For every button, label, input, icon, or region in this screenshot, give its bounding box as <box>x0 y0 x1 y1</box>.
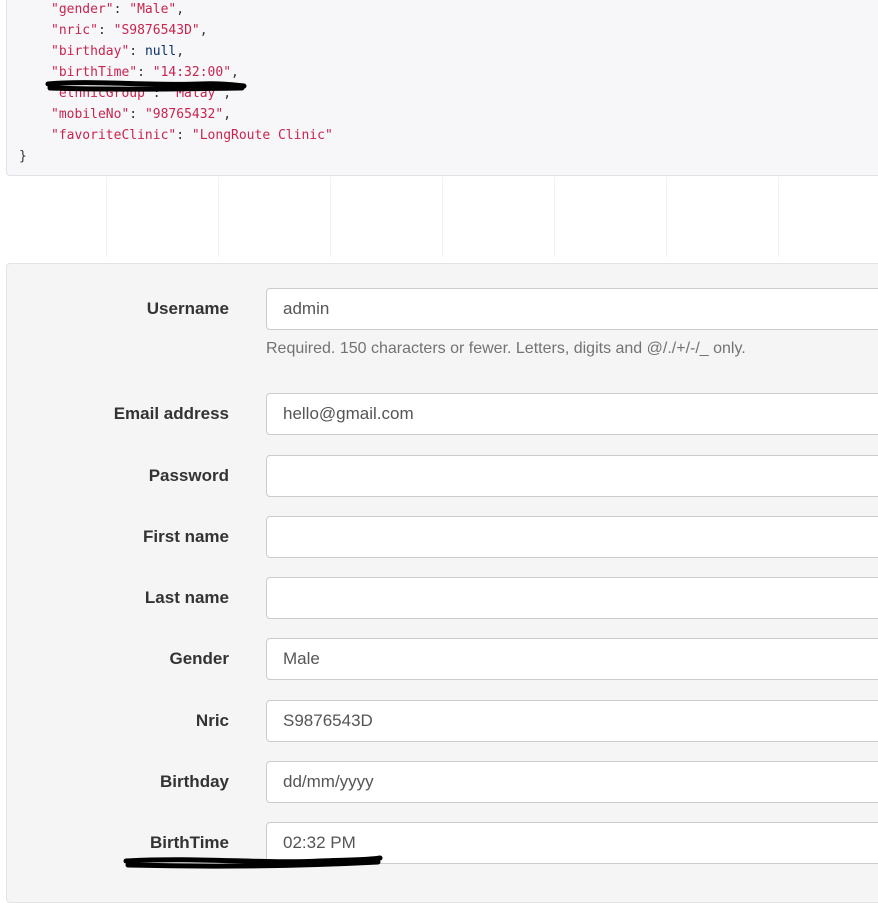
form-row-last-name: Last name <box>7 577 878 619</box>
json-preview: "gender": "Male", "nric": "S9876543D", "… <box>6 0 878 176</box>
form-row-password: Password <box>7 455 878 497</box>
first-name-label: First name <box>143 527 229 546</box>
nric-label: Nric <box>195 711 229 730</box>
first-name-input[interactable] <box>266 516 878 558</box>
email-input[interactable]: hello@gmail.com <box>266 393 878 435</box>
json-line-favoriteclinic: "favoriteClinic": "LongRoute Clinic" <box>51 128 333 143</box>
form-row-gender: Gender Male <box>7 638 878 680</box>
form-row-nric: Nric S9876543D <box>7 700 878 742</box>
birth-time-label: BirthTime <box>149 833 229 852</box>
username-help-text: Required. 150 characters or fewer. Lette… <box>266 340 746 357</box>
last-name-input[interactable] <box>266 577 878 619</box>
gender-input[interactable]: Male <box>266 638 878 680</box>
form-row-username: Username admin <box>7 288 878 330</box>
form-row-birth-time: BirthTime 02:32 PM <box>7 822 878 864</box>
gender-label: Gender <box>169 649 229 668</box>
json-line-gender: "gender": "Male", <box>51 2 185 17</box>
form-row-email: Email address hello@gmail.com <box>7 393 878 435</box>
json-line-birthday: "birthday": null, <box>51 44 185 59</box>
birth-time-input[interactable]: 02:32 PM <box>266 822 878 864</box>
birthday-date-input[interactable]: dd/mm/yyyy <box>266 761 878 803</box>
json-line-mobileno: "mobileNo": "98765432", <box>51 107 232 122</box>
background-grid <box>0 177 878 257</box>
form-row-birthday: Birthday dd/mm/yyyy <box>7 761 878 803</box>
username-input[interactable]: admin <box>266 288 878 330</box>
password-label: Password <box>148 466 229 485</box>
user-form: Username admin Required. 150 characters … <box>6 263 878 903</box>
json-line-nric: "nric": "S9876543D", <box>51 23 208 38</box>
password-input[interactable] <box>266 455 878 497</box>
form-row-first-name: First name <box>7 516 878 558</box>
json-closing-brace: } <box>19 149 27 164</box>
username-label: Username <box>146 299 229 318</box>
last-name-label: Last name <box>144 588 229 607</box>
json-line-birthtime: "birthTime": "14:32:00", <box>51 65 239 80</box>
email-label: Email address <box>113 404 229 423</box>
json-line-ethnicgroup: "ethnicGroup": "Malay", <box>51 86 232 101</box>
nric-input[interactable]: S9876543D <box>266 700 878 742</box>
birthday-label: Birthday <box>160 772 229 791</box>
